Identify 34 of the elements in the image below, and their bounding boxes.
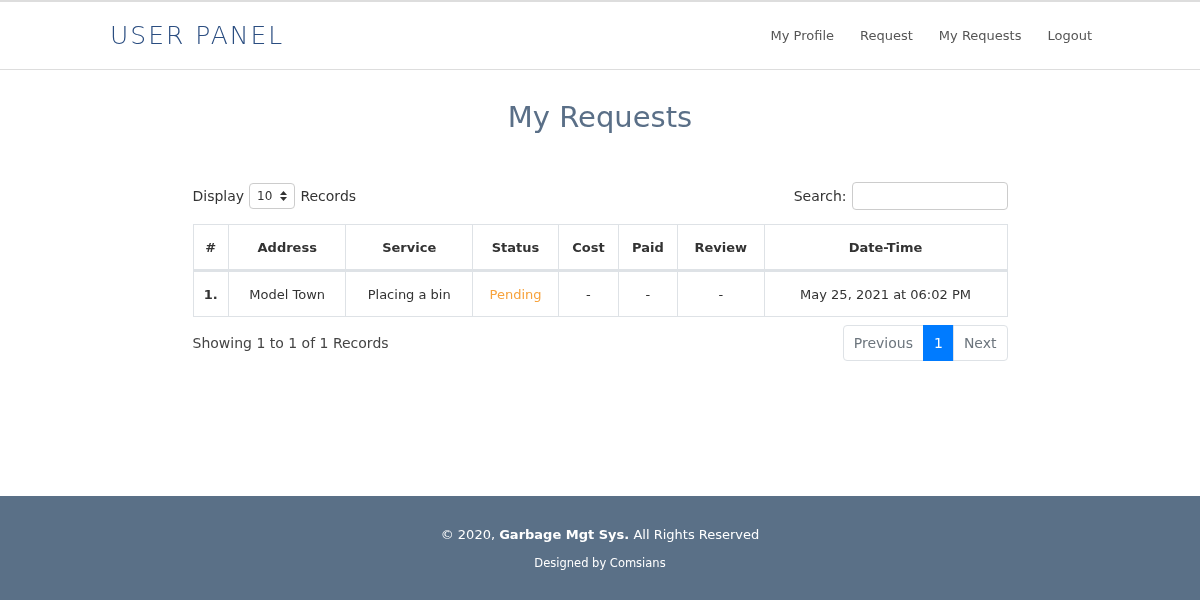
page-button[interactable]: 1 [922, 325, 954, 361]
search-field[interactable] [851, 182, 1008, 210]
nav-link[interactable]: My Profile [770, 28, 835, 43]
column-header: Paid [618, 224, 678, 271]
column-header: Date-Time [764, 224, 1007, 271]
column-header: Address [228, 224, 346, 271]
records-info: Showing 1 to 1 of 1 Records [192, 335, 389, 351]
table-cell: - [558, 270, 619, 317]
search-label: Search: [793, 188, 847, 204]
column-header: Status [472, 224, 559, 271]
brand-title[interactable]: USER PANEL [110, 21, 285, 50]
column-header: Review [677, 224, 765, 271]
table-cell: May 25, 2021 at 06:02 PM [764, 270, 1007, 317]
table-cell: Pending [472, 270, 559, 317]
page-title: My Requests [506, 100, 694, 134]
records-label: Records [300, 188, 357, 204]
previous-button[interactable]: Previous [842, 325, 924, 361]
copyright-text: © 2020, Garbage Mgt Sys. All Rights Reserved [440, 526, 760, 542]
column-header: Service [345, 224, 473, 271]
sort-caret-icon [280, 191, 288, 201]
nav-link[interactable]: Request [860, 28, 913, 43]
table-cell: - [618, 270, 678, 317]
table-cell: Model Town [228, 270, 346, 317]
credit-text: Designed by Comsians [534, 555, 666, 570]
records-select[interactable]: 10 [249, 183, 296, 209]
table-cell: Placing a bin [345, 270, 473, 317]
display-label: Display [192, 188, 245, 204]
table-cell: - [677, 270, 765, 317]
nav-link[interactable]: Logout [1047, 28, 1092, 43]
column-header: Cost [558, 224, 619, 271]
table-cell: 1. [193, 270, 229, 317]
column-header: # [193, 224, 229, 271]
next-button[interactable]: Next [952, 325, 1008, 361]
nav-link[interactable]: My Requests [938, 28, 1022, 43]
